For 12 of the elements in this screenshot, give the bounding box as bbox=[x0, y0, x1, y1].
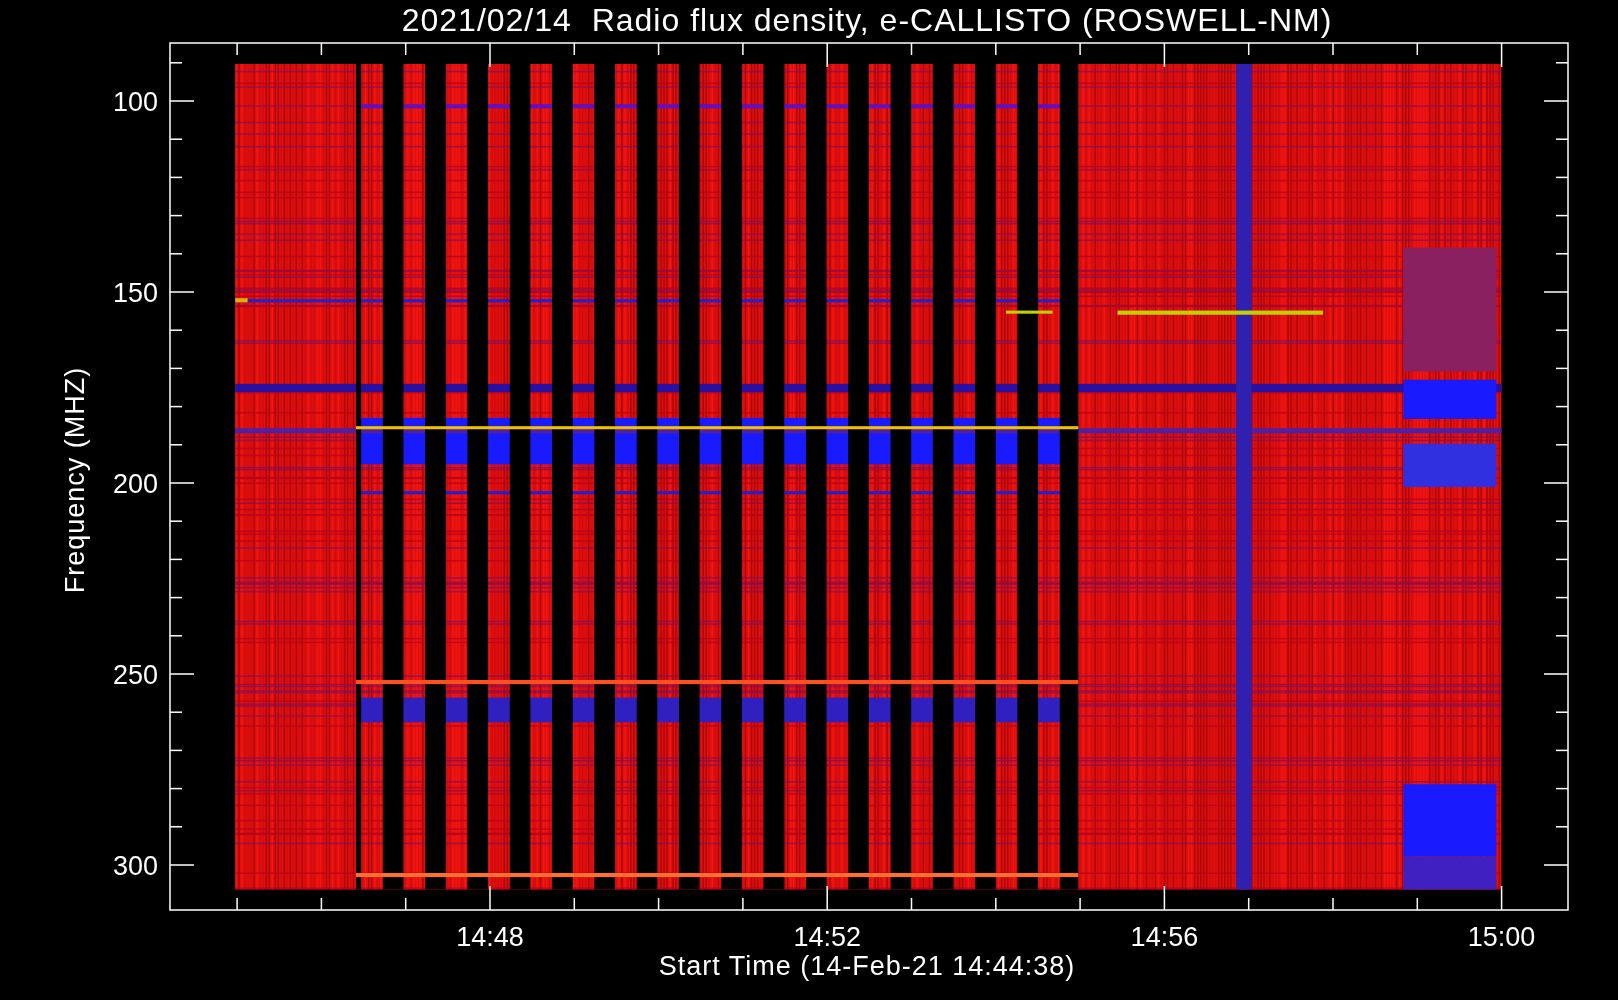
y-tick-label: 300 bbox=[112, 851, 158, 881]
y-axis-label: Frequency (MHZ) bbox=[60, 366, 90, 594]
y-tick-label: 150 bbox=[112, 278, 158, 308]
x-tick-label: 15:00 bbox=[1467, 922, 1536, 952]
y-tick-label: 250 bbox=[112, 660, 158, 690]
x-axis-label: Start Time (14-Feb-21 14:44:38) bbox=[658, 951, 1076, 981]
x-tick-label: 14:52 bbox=[793, 922, 861, 952]
chart-title: 2021/02/14 Radio flux density, e-CALLISTO (ROSWELL-NM) bbox=[401, 2, 1333, 38]
x-tick-label: 14:56 bbox=[1130, 922, 1199, 952]
x-tick-label: 14:48 bbox=[456, 922, 524, 952]
y-tick-label: 100 bbox=[112, 87, 158, 117]
y-tick-label: 200 bbox=[112, 469, 158, 499]
